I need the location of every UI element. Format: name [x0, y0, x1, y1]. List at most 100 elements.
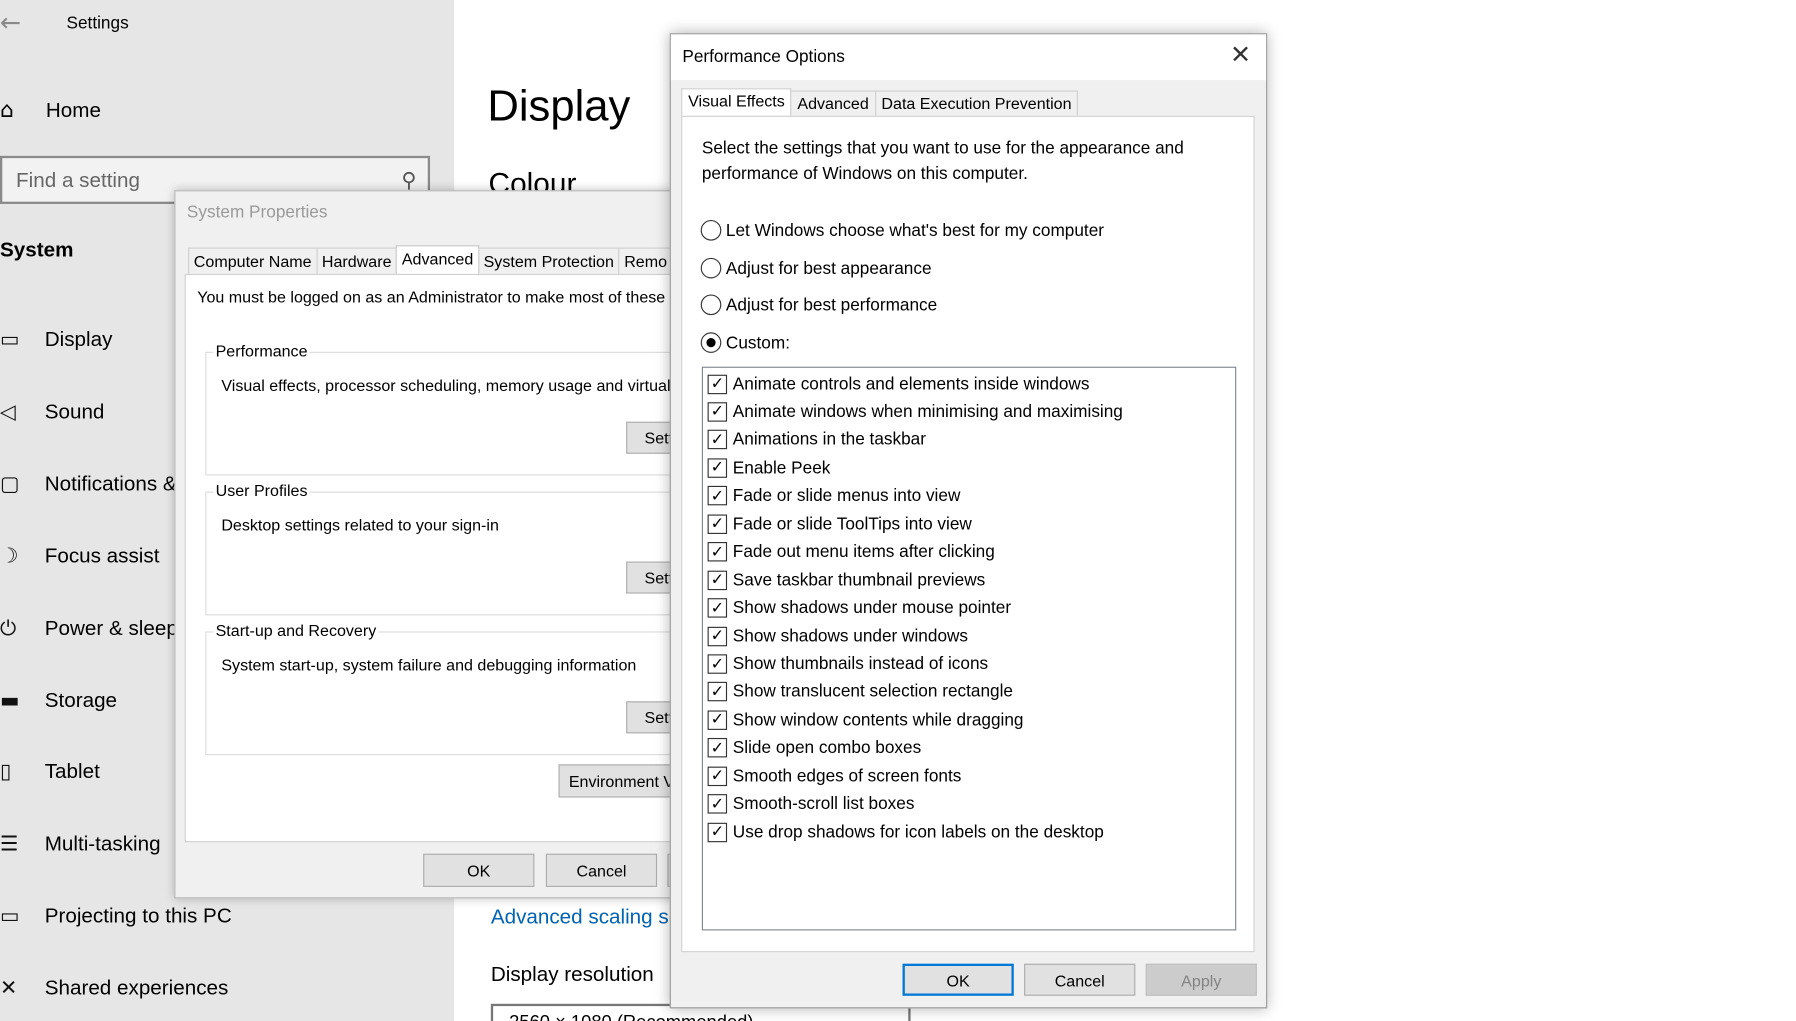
tab-advanced[interactable]: Advanced: [396, 245, 480, 274]
radio-option[interactable]: Adjust for best appearance: [700, 256, 932, 281]
tab-computer-name[interactable]: Computer Name: [188, 247, 318, 274]
search-input[interactable]: [16, 167, 361, 192]
radio-label: Adjust for best appearance: [725, 258, 932, 278]
radio-button[interactable]: [700, 220, 722, 241]
effect-checkbox-row[interactable]: ✓ Save taskbar thumbnail previews: [707, 569, 985, 592]
back-arrow-icon[interactable]: ←: [0, 9, 21, 38]
ok-button[interactable]: OK: [902, 963, 1014, 996]
tab-advanced[interactable]: Advanced: [790, 90, 876, 116]
cancel-button[interactable]: Cancel: [545, 853, 658, 887]
tab-remo[interactable]: Remo: [618, 247, 673, 274]
home-icon: ⌂: [0, 97, 14, 123]
radio-option[interactable]: Custom:: [700, 330, 790, 355]
section-heading: System: [0, 238, 74, 262]
apply-button[interactable]: Apply: [1145, 963, 1257, 996]
checkbox[interactable]: ✓: [707, 430, 728, 450]
sidebar-item-display[interactable]: ▭ Display: [0, 322, 112, 356]
group-title: Performance: [213, 341, 310, 360]
app-title: Settings: [66, 13, 129, 34]
sidebar-item-tablet[interactable]: ▯ Tablet: [0, 754, 100, 788]
effect-label: Fade or slide ToolTips into view: [732, 514, 972, 534]
screen: ← Settings ⌂ Home ⚲ System ▭ Display ◁ Soun…: [0, 0, 1796, 1021]
checkbox[interactable]: ✓: [707, 654, 728, 674]
effect-checkbox-row[interactable]: ✓ Show shadows under windows: [707, 625, 968, 648]
radio-option[interactable]: Adjust for best performance: [700, 292, 937, 317]
checkbox[interactable]: ✓: [707, 710, 728, 730]
monitor-icon: ▭: [0, 327, 20, 352]
effect-checkbox-row[interactable]: ✓ Fade or slide menus into view: [707, 484, 961, 507]
effect-checkbox-row[interactable]: ✓ Animate windows when minimising and max…: [707, 400, 1123, 423]
tab-data-execution-prevention[interactable]: Data Execution Prevention: [874, 90, 1079, 116]
checkbox[interactable]: ✓: [707, 682, 728, 702]
visual-effects-list[interactable]: ✓ Animate controls and elements inside wi…: [701, 366, 1237, 931]
effect-checkbox-row[interactable]: ✓ Show thumbnails instead of icons: [707, 653, 989, 676]
effect-label: Show shadows under mouse pointer: [732, 598, 1012, 618]
notification-icon: ▢: [0, 471, 20, 496]
search-icon[interactable]: ⚲: [401, 168, 416, 192]
effect-checkbox-row[interactable]: ✓ Use drop shadows for icon labels on the…: [707, 821, 1104, 844]
effect-checkbox-row[interactable]: ✓ Enable Peek: [707, 456, 830, 479]
effect-label: Show thumbnails instead of icons: [732, 654, 989, 674]
tab-visual-effects[interactable]: Visual Effects: [681, 88, 792, 116]
tab-hardware[interactable]: Hardware: [316, 247, 398, 274]
group-title: Start-up and Recovery: [213, 621, 379, 640]
sidebar-item-projecting-to-this-pc[interactable]: ▭ Projecting to this PC: [0, 898, 232, 932]
sidebar-item-notifications[interactable]: ▢ Notifications &: [0, 466, 177, 500]
page-title: Display: [487, 82, 631, 131]
sidebar-item-power-sleep[interactable]: ⏻ Power & sleep: [0, 611, 178, 645]
checkbox[interactable]: ✓: [707, 822, 728, 842]
effect-checkbox-row[interactable]: ✓ Animations in the taskbar: [707, 428, 926, 451]
effect-label: Animations in the taskbar: [732, 430, 926, 450]
checkbox[interactable]: ✓: [707, 570, 728, 590]
cancel-button[interactable]: Cancel: [1024, 963, 1136, 996]
radio-button[interactable]: [700, 332, 722, 353]
radio-option[interactable]: Let Windows choose what's best for my co…: [700, 218, 1104, 243]
effect-checkbox-row[interactable]: ✓ Animate controls and elements inside wi…: [707, 372, 1090, 395]
checkbox[interactable]: ✓: [707, 486, 728, 506]
home-nav-item[interactable]: ⌂ Home: [0, 94, 101, 126]
sidebar-item-sound[interactable]: ◁ Sound: [0, 394, 104, 428]
sidebar-item-focus-assist[interactable]: ☽ Focus assist: [0, 539, 159, 573]
close-icon[interactable]: ✕: [1230, 41, 1251, 70]
checkbox[interactable]: ✓: [707, 766, 728, 786]
advanced-scaling-link[interactable]: Advanced scaling se: [491, 905, 680, 929]
effect-checkbox-row[interactable]: ✓ Smooth edges of screen fonts: [707, 765, 961, 788]
effect-label: Smooth-scroll list boxes: [732, 794, 915, 814]
tab-strip: Computer Name Hardware Advanced System Prot…: [188, 245, 673, 274]
projector-icon: ▭: [0, 903, 20, 928]
checkbox[interactable]: ✓: [707, 626, 728, 646]
effect-checkbox-row[interactable]: ✓ Slide open combo boxes: [707, 737, 922, 760]
tab-system-protection[interactable]: System Protection: [477, 247, 620, 274]
checkbox[interactable]: ✓: [707, 374, 728, 394]
sidebar-item-shared-experiences[interactable]: ✕ Shared experiences: [0, 971, 228, 1005]
sidebar-item-multi-tasking[interactable]: ☰ Multi-tasking: [0, 826, 161, 860]
dialog-title: Performance Options: [682, 46, 845, 67]
sidebar-item-storage[interactable]: ▬ Storage: [0, 683, 117, 717]
effect-checkbox-row[interactable]: ✓ Show shadows under mouse pointer: [707, 597, 1012, 620]
effect-checkbox-row[interactable]: ✓ Show window contents while dragging: [707, 709, 1024, 732]
effect-label: Fade or slide menus into view: [732, 486, 961, 506]
effect-label: Animate controls and elements inside win…: [732, 374, 1090, 394]
checkbox[interactable]: ✓: [707, 738, 728, 758]
ok-button[interactable]: OK: [423, 853, 535, 887]
checkbox[interactable]: ✓: [707, 794, 728, 814]
checkbox[interactable]: ✓: [707, 402, 728, 422]
sidebar-item-label: Power & sleep: [44, 615, 178, 639]
sidebar-item-label: Display: [44, 327, 113, 351]
checkbox[interactable]: ✓: [707, 598, 728, 618]
effect-checkbox-row[interactable]: ✓ Show translucent selection rectangle: [707, 681, 1013, 704]
effect-label: Animate windows when minimising and maxi…: [732, 402, 1123, 422]
effect-label: Slide open combo boxes: [732, 738, 922, 758]
sidebar-item-label: Projecting to this PC: [44, 903, 232, 927]
effect-checkbox-row[interactable]: ✓ Fade out menu items after clicking: [707, 541, 995, 564]
group-description: Desktop settings related to your sign-in: [221, 515, 499, 534]
checkbox[interactable]: ✓: [707, 542, 728, 562]
effect-checkbox-row[interactable]: ✓ Fade or slide ToolTips into view: [707, 513, 972, 536]
radio-button[interactable]: [700, 294, 722, 316]
radio-label: Let Windows choose what's best for my co…: [725, 220, 1104, 241]
checkbox[interactable]: ✓: [707, 514, 728, 534]
radio-button[interactable]: [700, 257, 722, 279]
shared-icon: ✕: [0, 975, 18, 1000]
effect-checkbox-row[interactable]: ✓ Smooth-scroll list boxes: [707, 793, 915, 816]
checkbox[interactable]: ✓: [707, 458, 728, 478]
